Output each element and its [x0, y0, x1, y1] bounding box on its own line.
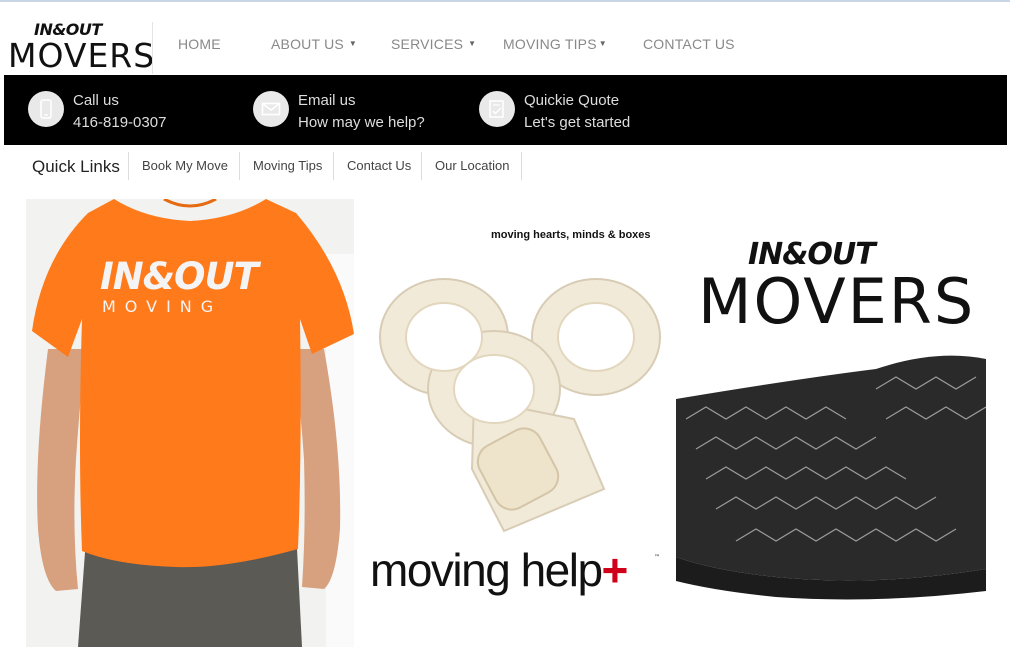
nav-services[interactable]: SERVICES ▼: [391, 36, 476, 52]
nav-contact-us[interactable]: CONTACT US: [643, 36, 735, 52]
call-us-phone: 416-819-0307: [73, 114, 167, 131]
quick-link-contact-us[interactable]: Contact Us: [333, 152, 423, 180]
quickie-quote-link[interactable]: Quickie Quote Let's get started: [479, 89, 679, 133]
shirt-logo-top-text: IN&OUT: [100, 255, 259, 298]
logo-divider: [152, 22, 153, 74]
quick-link-moving-tips[interactable]: Moving Tips: [239, 152, 334, 180]
nav-moving-tips[interactable]: MOVING TIPS ▼: [503, 36, 607, 52]
call-us-link[interactable]: Call us 416-819-0307: [28, 89, 228, 133]
caret-down-icon: ▼: [598, 39, 607, 48]
tape-rolls-illustration: [379, 278, 661, 533]
phone-icon: [28, 91, 64, 127]
nav-contact-us-label: CONTACT US: [643, 36, 735, 52]
quick-link-our-location[interactable]: Our Location: [421, 152, 521, 180]
email-us-title: Email us: [298, 92, 356, 109]
moving-help-text: moving help: [370, 544, 603, 596]
moving-help-headline: moving help+: [370, 543, 629, 597]
nav-moving-tips-label: MOVING TIPS: [503, 36, 597, 52]
nav-services-label: SERVICES: [391, 36, 464, 52]
caret-down-icon: ▼: [468, 39, 477, 48]
contact-bar: Call us 416-819-0307 Email us How may we…: [4, 75, 1007, 145]
quote-form-icon: [479, 91, 515, 127]
envelope-icon: [253, 91, 289, 127]
nav-home[interactable]: HOME: [178, 36, 221, 52]
quick-link-book-my-move[interactable]: Book My Move: [128, 152, 240, 180]
moving-help-promo-image[interactable]: moving hearts, minds & boxes moving help…: [354, 199, 676, 647]
email-us-link[interactable]: Email us How may we help?: [253, 89, 463, 133]
site-logo[interactable]: IN&OUT MOVERS: [8, 20, 156, 76]
email-us-subtitle: How may we help?: [298, 114, 425, 131]
caret-down-icon: ▼: [348, 39, 358, 48]
trademark-mark: ™: [654, 554, 660, 561]
moving-blanket-illustration: [676, 355, 986, 600]
nav-about-us[interactable]: ABOUT US ▼: [271, 36, 357, 52]
call-us-title: Call us: [73, 92, 119, 109]
logo-movers-text: MOVERS: [8, 36, 156, 75]
nav-about-us-label: ABOUT US: [271, 36, 344, 52]
moving-blanket-promo-image[interactable]: IN&OUT MOVERS: [676, 199, 986, 647]
nav-home-label: HOME: [178, 36, 221, 52]
quick-links-title: Quick Links: [32, 157, 120, 176]
quick-links-divider: [521, 152, 522, 180]
plus-icon: +: [601, 544, 629, 596]
shirt-logo-bottom-text: MOVING: [102, 297, 223, 316]
shirt-promo-image[interactable]: IN&OUT MOVING: [26, 199, 354, 647]
top-border: [0, 0, 1010, 2]
quickie-quote-title: Quickie Quote: [524, 92, 620, 109]
quickie-quote-subtitle: Let's get started: [524, 114, 631, 131]
